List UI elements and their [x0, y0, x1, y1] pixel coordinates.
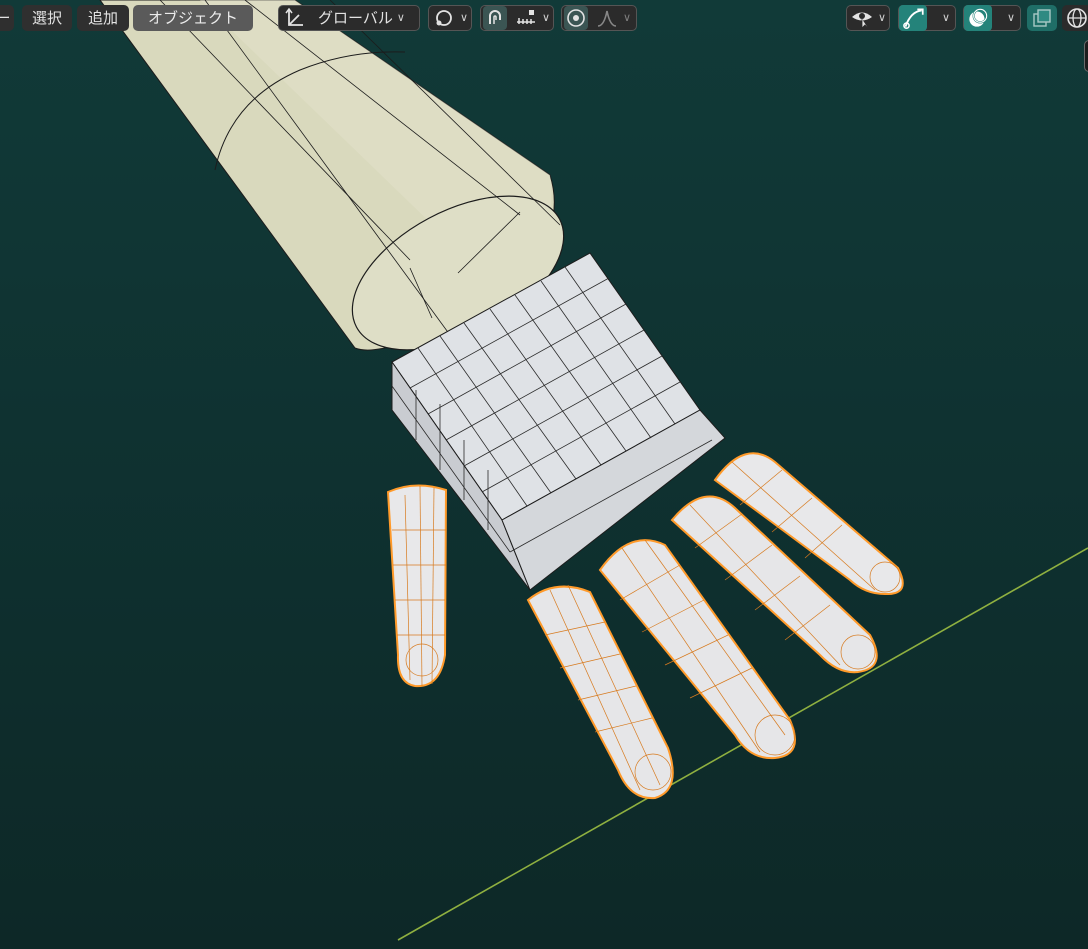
overlay-controls[interactable]: ∨ — [963, 5, 1021, 31]
pivot-point-dropdown[interactable]: ∨ — [428, 5, 472, 31]
xray-toggle[interactable] — [1027, 5, 1057, 31]
chevron-down-icon: ∨ — [459, 11, 469, 24]
chevron-down-icon: ∨ — [623, 11, 632, 24]
scene-render[interactable] — [0, 0, 1088, 949]
orientation-label: グローバル — [318, 9, 393, 27]
falloff-curve-icon — [597, 10, 617, 27]
chevron-down-icon: ∨ — [542, 11, 551, 24]
visibility-selectability-icon — [851, 12, 872, 29]
chevron-down-icon: ∨ — [396, 11, 405, 24]
chevron-down-icon: ∨ — [942, 11, 951, 24]
finger-pinky[interactable] — [386, 484, 448, 688]
overlays-icon[interactable] — [964, 5, 992, 31]
gizmo-icon[interactable] — [899, 5, 927, 31]
wireframe-shading-icon — [1067, 8, 1087, 28]
visibility-dropdown[interactable]: ∨ — [846, 5, 890, 31]
viewport-header: ー 選択 追加 オブジェクト グローバル ∨ ∨ ∨ ∨ ∨ ∨ ∨ — [0, 0, 1088, 72]
wireframe-shading-button[interactable] — [1062, 5, 1088, 31]
pivot-point-icon — [436, 10, 452, 26]
transform-orientation-icon — [285, 7, 303, 26]
chevron-down-icon: ∨ — [877, 11, 887, 24]
menu-select[interactable]: 選択 — [22, 5, 72, 31]
sidebar-toggle-tab[interactable] — [1084, 40, 1088, 72]
proportional-editing-controls[interactable]: ∨ — [561, 5, 637, 31]
3d-viewport[interactable]: ー 選択 追加 オブジェクト グローバル ∨ ∨ ∨ ∨ ∨ ∨ ∨ — [0, 0, 1088, 949]
menu-add-label: 追加 — [87, 9, 118, 27]
chevron-down-icon: ∨ — [1007, 11, 1016, 24]
menu-object-label: オブジェクト — [147, 9, 238, 27]
menu-object[interactable]: オブジェクト — [133, 5, 253, 31]
orientation-dropdown[interactable]: グローバル ∨ — [278, 5, 420, 31]
menu-partial-label: ー — [0, 9, 11, 27]
snap-controls[interactable]: ∨ — [480, 5, 554, 31]
snap-magnet-icon[interactable] — [483, 6, 507, 30]
proportional-editing-icon[interactable] — [564, 6, 588, 30]
menu-add[interactable]: 追加 — [77, 5, 129, 31]
menu-partial[interactable]: ー — [0, 5, 14, 31]
snap-increment-icon — [517, 10, 535, 24]
xray-icon — [1033, 9, 1051, 27]
gizmo-controls[interactable]: ∨ — [898, 5, 956, 31]
menu-select-label: 選択 — [31, 9, 62, 27]
